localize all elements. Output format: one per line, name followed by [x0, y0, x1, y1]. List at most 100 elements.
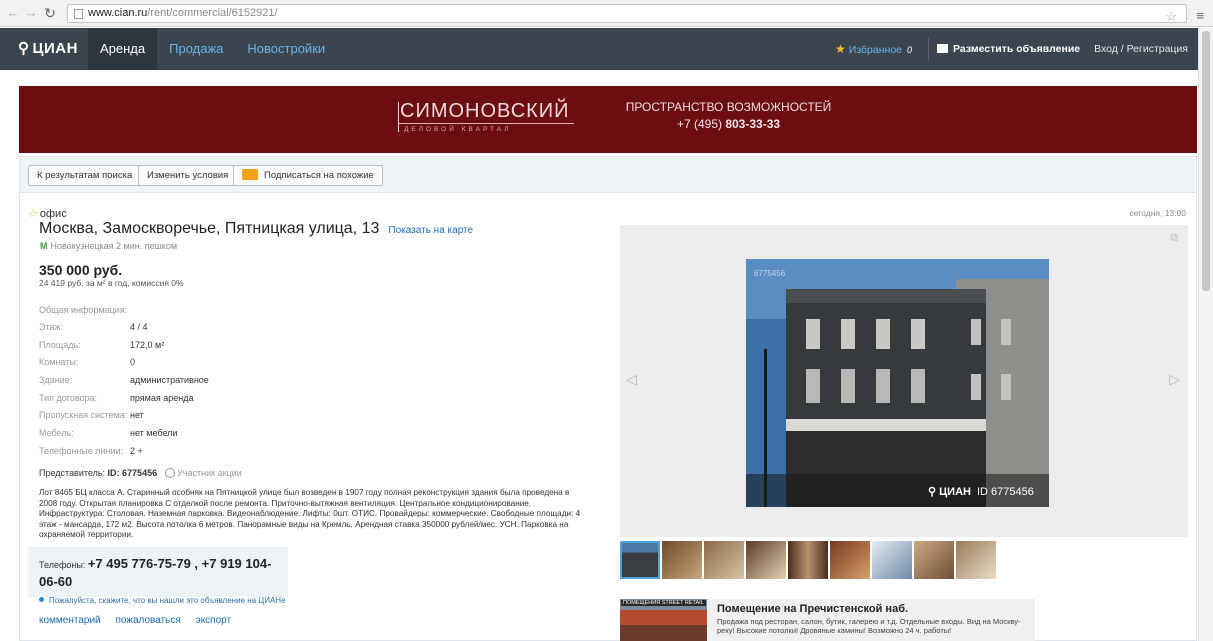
- price-details: 24 419 руб. за м² в год, комиссия 0%: [39, 278, 184, 288]
- forward-arrow-icon[interactable]: →: [24, 5, 38, 21]
- address-bar[interactable]: www.cian.ru/rent/commercial/6152921/ ☆ ≡: [67, 4, 1204, 25]
- watermark-id: ID 6775456: [976, 486, 1034, 498]
- post-ad-link[interactable]: Разместить объявление: [937, 43, 1080, 55]
- phones-hint: Пожалуйста, скажите, что вы нашли это об…: [39, 596, 288, 605]
- bookmark-star-icon[interactable]: ☆: [1165, 8, 1177, 25]
- info-key: Комнаты:: [39, 357, 79, 368]
- promo-ad-title[interactable]: Помещение на Пречистенской наб.: [717, 603, 908, 615]
- thumbnail[interactable]: [662, 541, 702, 579]
- page: ← → ↻ www.cian.ru/rent/commercial/615292…: [0, 0, 1213, 641]
- back-arrow-icon[interactable]: ←: [6, 5, 20, 21]
- comment-link[interactable]: комментарий: [39, 615, 101, 626]
- promo-ad-tag: ПОМЕЩЕНИЯ STREET RETAIL: [621, 600, 706, 606]
- info-key: Пропускная система:: [39, 410, 128, 421]
- info-header: Общая информация:: [39, 305, 128, 315]
- reload-icon[interactable]: ↻: [43, 5, 57, 21]
- promo-ad[interactable]: ПОМЕЩЕНИЯ STREET RETAIL Помещение на Пре…: [620, 599, 1035, 641]
- change-filters-button[interactable]: Изменить условия: [138, 165, 238, 186]
- listing-description: Лот 8465 БЦ класса А. Старинный особняк …: [39, 488, 581, 539]
- info-value: административное: [130, 375, 209, 386]
- address-text: Москва, Замоскворечье, Пятницкая улица, …: [39, 220, 380, 237]
- promo-badge-label: Участник акции: [177, 468, 242, 478]
- listing-actions: комментарий пожаловаться экспорт: [39, 615, 243, 626]
- info-value: 4 / 4: [130, 322, 148, 332]
- thumbnail[interactable]: [830, 541, 870, 579]
- info-key: Мебель:: [39, 428, 74, 439]
- agent-info: Представитель: ID: 6775456 Участник акции: [39, 468, 242, 478]
- banner-phone: +7 (495) 803-33-33: [621, 117, 836, 131]
- info-row-rooms: Комнаты: 0: [39, 357, 339, 375]
- tab-rent[interactable]: Аренда: [88, 28, 158, 70]
- phones-hint-text: Пожалуйста, скажите, что вы нашли это об…: [49, 596, 286, 605]
- logo-icon: ⚲: [18, 40, 30, 57]
- favorites-link[interactable]: ★ Избранное 0: [835, 42, 912, 56]
- listing-card: К результатам поиска Изменить условия По…: [19, 156, 1197, 641]
- envelope-icon: [242, 169, 258, 180]
- photo-thumbnails: [620, 541, 998, 579]
- info-row-floor: Этаж: 4 / 4: [39, 322, 339, 340]
- agent-label: Представитель:: [39, 468, 108, 478]
- ad-banner[interactable]: СИМОНОВСКИЙ ДЕЛОВОЙ КВАРТАЛ ПРОСТРАНСТВО…: [19, 86, 1197, 153]
- login-link[interactable]: Вход / Регистрация: [1094, 43, 1188, 55]
- info-value: 0: [130, 357, 136, 368]
- banner-phone-main: 803-33-33: [725, 117, 781, 131]
- info-key: Этаж:: [39, 322, 64, 332]
- photo-watermark: ⚲ ЦИАН ID 6775456: [928, 486, 1034, 498]
- listing-toolbar: К результатам поиска Изменить условия По…: [20, 157, 1196, 193]
- phones-line: Телефоны: +7 495 776-75-79 , +7 919 104-…: [39, 555, 288, 591]
- show-on-map-link[interactable]: Показать на карте: [388, 225, 473, 236]
- url-host: www.cian.ru: [88, 7, 148, 19]
- promo-ad-text: Продажа под ресторан, салон, бутик, гале…: [717, 617, 1021, 635]
- thumbnail[interactable]: [788, 541, 828, 579]
- page-scrollbar[interactable]: [1198, 28, 1213, 641]
- scrollbar-thumb[interactable]: [1202, 31, 1210, 291]
- logo-text: ЦИАН: [32, 40, 78, 57]
- gallery-prev-icon[interactable]: ◁: [626, 371, 637, 388]
- info-value: прямая аренда: [130, 392, 194, 403]
- agent-id[interactable]: ID: 6775456: [108, 468, 158, 478]
- browser-menu-icon[interactable]: ≡: [1196, 7, 1204, 24]
- info-row-area: Площадь: 172,0 м²: [39, 340, 339, 358]
- tab-new-buildings[interactable]: Новостройки: [235, 28, 337, 70]
- expand-icon[interactable]: ⧉: [1170, 232, 1178, 245]
- info-row-furniture: Мебель: нет мебели: [39, 428, 339, 446]
- page-icon: [74, 9, 83, 19]
- thumbnail[interactable]: [746, 541, 786, 579]
- complain-link[interactable]: пожаловаться: [115, 615, 180, 626]
- favorites-count: 0: [907, 45, 913, 55]
- phones-block: Телефоны: +7 495 776-75-79 , +7 919 104-…: [28, 547, 288, 605]
- phones-label: Телефоны:: [39, 560, 88, 570]
- tab-sale[interactable]: Продажа: [157, 28, 235, 70]
- info-dot-icon: [39, 597, 44, 602]
- back-to-results-button[interactable]: К результатам поиска: [28, 165, 142, 186]
- thumbnail[interactable]: [620, 541, 660, 579]
- gallery-next-icon[interactable]: ▷: [1169, 371, 1180, 388]
- main-photo[interactable]: 6775456 ⚲ ЦИАН ID 6775456: [746, 259, 1049, 507]
- listing-kind: ☆ офис: [28, 207, 67, 220]
- subscribe-button[interactable]: Подписаться на похожие: [233, 165, 383, 186]
- site-header: ⚲ ЦИАН Аренда Продажа Новостройки ★ Избран…: [0, 28, 1198, 70]
- site-logo[interactable]: ⚲ ЦИАН: [18, 39, 78, 57]
- subscribe-label: Подписаться на похожие: [264, 170, 374, 181]
- building-photo: [746, 259, 1049, 507]
- brand-name: СИМОНОВСКИЙ: [398, 99, 574, 124]
- price: 350 000 руб.: [39, 262, 123, 278]
- info-row-building: Здание: административное: [39, 375, 339, 393]
- watermark-logo: ЦИАН: [939, 486, 971, 498]
- listing-address: Москва, Замоскворечье, Пятницкая улица, …: [39, 220, 473, 238]
- post-ad-icon: [937, 44, 949, 53]
- listing-date: сегодня, 13:00: [1129, 208, 1186, 218]
- export-link[interactable]: экспорт: [196, 615, 232, 626]
- post-ad-label: Разместить объявление: [953, 43, 1081, 55]
- verified-check-icon: [165, 468, 176, 478]
- favorite-star-icon[interactable]: ☆: [28, 208, 38, 220]
- thumbnail[interactable]: [704, 541, 744, 579]
- info-value: 172,0 м²: [130, 339, 165, 350]
- thumbnail[interactable]: [956, 541, 996, 579]
- info-key: Площадь:: [39, 339, 81, 350]
- banner-brand: СИМОНОВСКИЙ ДЕЛОВОЙ КВАРТАЛ: [398, 99, 574, 133]
- banner-phone-prefix: +7 (495): [676, 117, 726, 131]
- thumbnail[interactable]: [914, 541, 954, 579]
- thumbnail[interactable]: [872, 541, 912, 579]
- info-key: Телефонные линии:: [39, 445, 124, 456]
